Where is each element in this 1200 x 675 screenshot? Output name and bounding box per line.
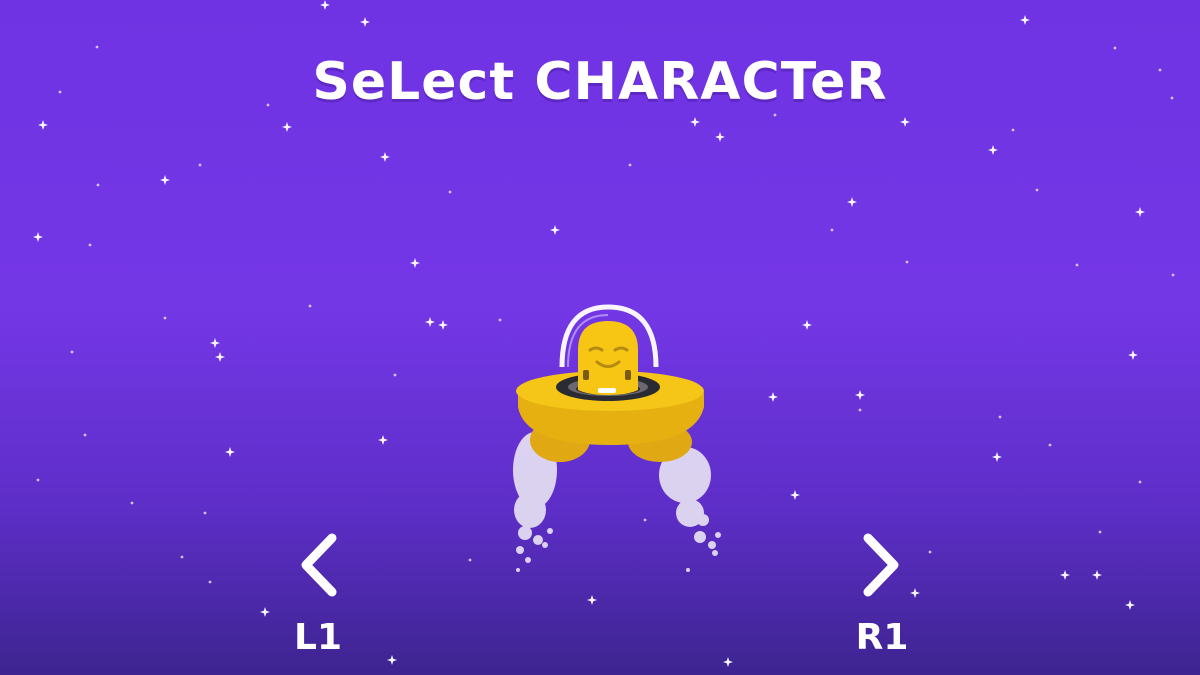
- star-sparkle: [410, 258, 420, 268]
- star-dot: [393, 373, 397, 377]
- character-ufo: [490, 295, 730, 585]
- star-sparkle: [768, 392, 778, 402]
- star-dot: [1113, 46, 1117, 50]
- star-sparkle: [1092, 570, 1102, 580]
- star-dot: [180, 555, 184, 559]
- star-dot: [203, 511, 207, 515]
- star-dot: [1048, 443, 1052, 447]
- next-character-button[interactable]: R1: [842, 530, 922, 658]
- star-sparkle: [320, 0, 330, 10]
- star-sparkle: [425, 317, 435, 327]
- star-dot: [88, 243, 92, 247]
- star-dot: [905, 260, 909, 264]
- star-sparkle: [690, 117, 700, 127]
- star-sparkle: [360, 17, 370, 27]
- star-dot: [928, 550, 932, 554]
- chevron-right-icon: [863, 533, 899, 597]
- star-dot: [830, 228, 834, 232]
- star-sparkle: [802, 320, 812, 330]
- star-dot: [1138, 480, 1142, 484]
- page-title: SeLect CHARACTeR: [312, 52, 888, 112]
- star-dot: [96, 183, 100, 187]
- star-dot: [1171, 273, 1175, 277]
- star-sparkle: [1125, 600, 1135, 610]
- star-dot: [468, 558, 472, 562]
- chevron-left-icon: [301, 533, 337, 597]
- star-sparkle: [210, 338, 220, 348]
- star-dot: [36, 478, 40, 482]
- star-sparkle: [550, 225, 560, 235]
- star-sparkle: [380, 152, 390, 162]
- star-dot: [998, 415, 1002, 419]
- star-sparkle: [715, 132, 725, 142]
- star-sparkle: [438, 320, 448, 330]
- star-dot: [308, 304, 312, 308]
- star-dot: [448, 190, 452, 194]
- star-sparkle: [790, 490, 800, 500]
- star-dot: [1098, 530, 1102, 534]
- star-dot: [70, 350, 74, 354]
- star-dot: [83, 433, 87, 437]
- star-sparkle: [900, 117, 910, 127]
- star-dot: [858, 408, 862, 412]
- star-sparkle: [587, 595, 597, 605]
- star-sparkle: [847, 197, 857, 207]
- previous-character-button[interactable]: L1: [278, 530, 358, 658]
- star-sparkle: [160, 175, 170, 185]
- star-sparkle: [1135, 207, 1145, 217]
- l1-key-label: L1: [294, 617, 342, 658]
- star-sparkle: [1060, 570, 1070, 580]
- star-sparkle: [225, 447, 235, 457]
- star-dot: [628, 163, 632, 167]
- star-dot: [1035, 188, 1039, 192]
- star-dot: [163, 316, 167, 320]
- star-dot: [1075, 263, 1079, 267]
- star-sparkle: [1020, 15, 1030, 25]
- star-sparkle: [992, 452, 1002, 462]
- exhaust-smoke-right: [659, 447, 721, 572]
- star-dot: [130, 501, 134, 505]
- star-sparkle: [387, 655, 397, 665]
- star-sparkle: [723, 657, 733, 667]
- star-sparkle: [1128, 350, 1138, 360]
- star-sparkle: [378, 435, 388, 445]
- star-sparkle: [282, 122, 292, 132]
- star-dot: [198, 163, 202, 167]
- star-sparkle: [215, 352, 225, 362]
- star-dot: [1011, 128, 1015, 132]
- star-dot: [773, 113, 777, 117]
- star-sparkle: [33, 232, 43, 242]
- r1-key-label: R1: [855, 617, 909, 658]
- star-sparkle: [260, 607, 270, 617]
- star-sparkle: [855, 390, 865, 400]
- star-sparkle: [988, 145, 998, 155]
- star-sparkle: [38, 120, 48, 130]
- star-dot: [208, 580, 212, 584]
- alien-character: [578, 321, 638, 395]
- star-dot: [95, 45, 99, 49]
